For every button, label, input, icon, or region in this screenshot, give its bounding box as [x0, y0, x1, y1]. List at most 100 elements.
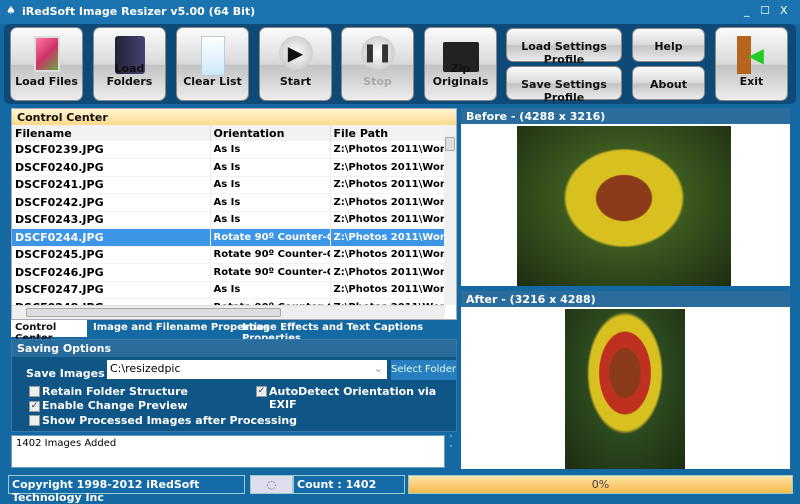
load-folders-label: Load Folders	[106, 62, 153, 88]
autodetect-orientation-label: AutoDetect Orientation via EXIF	[269, 385, 437, 411]
before-header: Before - (4288 x 3216)	[461, 108, 790, 124]
retain-folder-structure-label: Retain Folder Structure	[42, 385, 188, 398]
tab-bar: Control Center Image and Filename Proper…	[11, 320, 457, 344]
table-row[interactable]: DSCF0240.JPGAs IsZ:\Photos 2011\World O	[12, 158, 445, 177]
show-processed-images-label: Show Processed Images after Processing	[42, 414, 298, 427]
maximize-button[interactable]: ☐	[760, 4, 770, 17]
table-row[interactable]: DSCF0246.JPGRotate 90º Counter-Clo...Z:\…	[12, 263, 445, 282]
log-textarea[interactable]: 1402 Images Added	[11, 435, 445, 468]
column-orientation[interactable]: Orientation	[210, 125, 331, 141]
saving-options-header: Saving Options	[12, 340, 456, 357]
about-label: About	[649, 78, 688, 91]
load-settings-profile-button[interactable]: Load Settings Profile	[506, 28, 622, 66]
file-path-cell: Z:\Photos 2011\World O	[330, 246, 445, 264]
enable-change-preview-label: Enable Change Preview	[42, 399, 188, 412]
exit-label: Exit	[739, 75, 764, 88]
exit-door-icon: ◀	[735, 36, 769, 74]
copyright-text: Copyright 1998-2012 iRedSoft Technology …	[8, 475, 245, 504]
file-path-cell: Z:\Photos 2011\World O	[330, 158, 445, 177]
table-row[interactable]: DSCF0241.JPGAs IsZ:\Photos 2011\World O	[12, 176, 445, 194]
file-path-cell: Z:\Photos 2011\World O	[330, 263, 445, 282]
log-scrollbar[interactable]: ˄ ˅	[445, 435, 457, 468]
after-preview-panel: After - (3216 x 4288)	[461, 291, 790, 469]
file-table: Filename Orientation File Path DSCF0239.…	[12, 125, 445, 317]
load-folders-button[interactable]: Load Folders	[93, 27, 166, 101]
help-button[interactable]: Help	[632, 28, 705, 62]
orientation-cell: As Is	[210, 281, 331, 299]
filename-cell: DSCF0239.JPG	[12, 141, 211, 159]
stop-label: Stop	[363, 75, 392, 88]
progress-text: 0%	[591, 478, 610, 491]
table-header: Filename Orientation File Path	[12, 125, 445, 141]
app-icon: ♠	[6, 4, 16, 17]
pause-icon: ❚❚	[360, 36, 395, 70]
save-folder-combo[interactable]: C:\resizedpic ⌄	[107, 360, 387, 379]
vertical-scrollbar[interactable]	[444, 125, 456, 305]
stop-button[interactable]: ❚❚ Stop	[341, 27, 414, 101]
help-label: Help	[654, 40, 683, 53]
column-file-path[interactable]: File Path	[330, 125, 445, 141]
file-path-cell: Z:\Photos 2011\World O	[330, 281, 445, 299]
table-row[interactable]: DSCF0239.JPGAs IsZ:\Photos 2011\World O	[12, 141, 445, 159]
show-processed-images-checkbox[interactable]	[29, 415, 40, 426]
orientation-cell: As Is	[210, 158, 331, 177]
load-files-label: Load Files	[15, 75, 78, 88]
orientation-cell: As Is	[210, 193, 331, 212]
filename-cell: DSCF0240.JPG	[12, 158, 211, 177]
filename-cell: DSCF0241.JPG	[12, 176, 211, 194]
autodetect-orientation-checkbox[interactable]: ✓	[256, 386, 267, 397]
orientation-cell: Rotate 90º Counter-Clo...	[210, 228, 331, 247]
orientation-cell: As Is	[210, 176, 331, 194]
table-row[interactable]: DSCF0245.JPGRotate 90º Counter-Clo...Z:\…	[12, 246, 445, 264]
start-label: Start	[279, 75, 312, 88]
file-path-cell: Z:\Photos 2011\World O	[330, 176, 445, 194]
orientation-cell: As Is	[210, 141, 331, 159]
clear-list-button[interactable]: Clear List	[176, 27, 249, 101]
filename-cell: DSCF0242.JPG	[12, 193, 211, 212]
table-row[interactable]: DSCF0244.JPGRotate 90º Counter-Clo...Z:\…	[12, 228, 445, 247]
play-icon: ▶	[278, 36, 313, 70]
start-button[interactable]: ▶ Start	[259, 27, 332, 101]
filename-cell: DSCF0245.JPG	[12, 246, 211, 264]
orientation-cell: Rotate 90º Counter-Clo...	[210, 246, 331, 264]
table-row[interactable]: DSCF0242.JPGAs IsZ:\Photos 2011\World O	[12, 193, 445, 212]
column-filename[interactable]: Filename	[12, 125, 211, 141]
select-folder-button[interactable]: Select Folder	[391, 360, 456, 380]
retain-folder-structure-checkbox[interactable]	[29, 386, 40, 397]
table-row[interactable]: DSCF0243.JPGAs IsZ:\Photos 2011\World O	[12, 211, 445, 229]
after-image	[565, 309, 685, 469]
blank-page-icon	[200, 36, 225, 76]
save-settings-profile-button[interactable]: Save Settings Profile	[506, 66, 622, 104]
saving-options-panel: Saving Options Save Images In C:\resized…	[11, 339, 457, 432]
file-path-cell: Z:\Photos 2011\World O	[330, 141, 445, 159]
orientation-cell: Rotate 90º Counter-Clo...	[210, 263, 331, 282]
zip-originals-label: Zip Originals	[432, 62, 489, 88]
filename-cell: DSCF0243.JPG	[12, 211, 211, 229]
load-settings-label: Load Settings Profile	[521, 40, 607, 66]
load-files-button[interactable]: Load Files	[10, 27, 83, 101]
tab-control-center[interactable]: Control Center	[11, 320, 87, 344]
orientation-cell: As Is	[210, 211, 331, 229]
about-button[interactable]: About	[632, 66, 705, 100]
save-folder-value: C:\resizedpic	[110, 362, 181, 375]
enable-change-preview-checkbox[interactable]: ✓	[29, 401, 40, 412]
exit-button[interactable]: ◀ Exit	[715, 27, 788, 101]
control-center-header: Control Center	[12, 109, 456, 125]
zip-originals-button[interactable]: Zip Originals	[424, 27, 497, 101]
minimize-button[interactable]: _	[744, 4, 750, 17]
close-button[interactable]: X	[780, 4, 788, 17]
log-text: 1402 Images Added	[16, 438, 117, 449]
clear-list-label: Clear List	[183, 75, 242, 88]
file-path-cell: Z:\Photos 2011\World O	[330, 228, 445, 247]
after-header: After - (3216 x 4288)	[461, 291, 790, 307]
file-path-cell: Z:\Photos 2011\World O	[330, 193, 445, 212]
horizontal-scrollbar[interactable]	[12, 305, 444, 319]
title-bar: ♠ iRedSoft Image Resizer v5.00 (64 Bit) …	[0, 0, 800, 24]
file-list-panel: Control Center Filename Orientation File…	[11, 108, 457, 320]
image-file-icon	[33, 36, 60, 72]
window-title: iRedSoft Image Resizer v5.00 (64 Bit)	[22, 5, 256, 18]
file-path-cell: Z:\Photos 2011\World O	[330, 211, 445, 229]
tab-image-effects-captions[interactable]: Image Effects and Text Captions Properti…	[238, 320, 457, 344]
table-row[interactable]: DSCF0247.JPGAs IsZ:\Photos 2011\World O	[12, 281, 445, 299]
filename-cell: DSCF0246.JPG	[12, 263, 211, 282]
